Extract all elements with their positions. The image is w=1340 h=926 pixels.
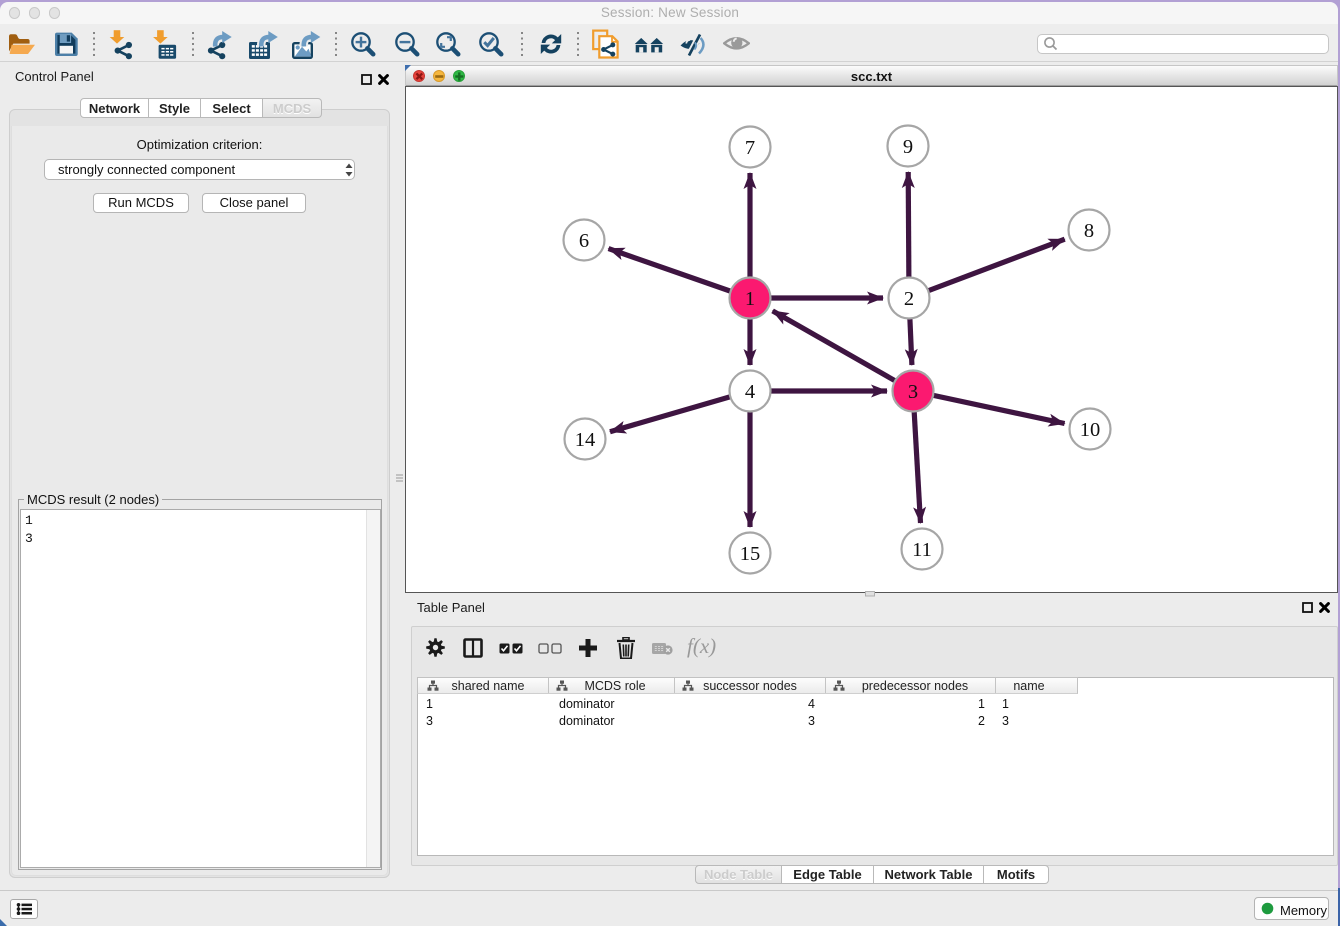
svg-text:7: 7 [745, 137, 755, 159]
svg-text:6: 6 [579, 230, 589, 252]
svg-text:15: 15 [740, 543, 761, 565]
svg-text:10: 10 [1080, 419, 1101, 441]
svg-text:14: 14 [575, 429, 596, 451]
svg-text:2: 2 [904, 288, 914, 310]
svg-text:11: 11 [912, 539, 932, 561]
svg-text:3: 3 [908, 381, 918, 403]
svg-text:8: 8 [1084, 220, 1094, 242]
svg-text:9: 9 [903, 136, 913, 158]
svg-text:1: 1 [745, 288, 755, 310]
svg-text:4: 4 [745, 381, 755, 403]
